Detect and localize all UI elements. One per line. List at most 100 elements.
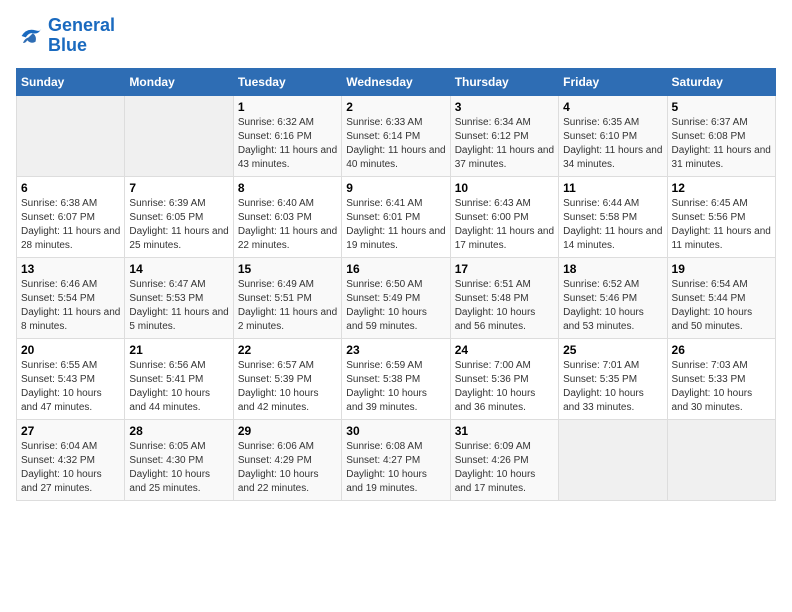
calendar-cell: 8 Sunrise: 6:40 AMSunset: 6:03 PMDaylight… [233, 176, 341, 257]
calendar-cell [559, 419, 667, 500]
calendar-cell: 26 Sunrise: 7:03 AMSunset: 5:33 PMDayligh… [667, 338, 775, 419]
day-info: Sunrise: 6:46 AMSunset: 5:54 PMDaylight:… [21, 278, 120, 334]
day-info: Sunrise: 6:40 AMSunset: 6:03 PMDaylight:… [238, 197, 337, 253]
day-info: Sunrise: 6:09 AMSunset: 4:26 PMDaylight:… [455, 440, 554, 496]
calendar-cell: 4 Sunrise: 6:35 AMSunset: 6:10 PMDaylight… [559, 95, 667, 176]
calendar-week-row: 27 Sunrise: 6:04 AMSunset: 4:32 PMDayligh… [17, 419, 776, 500]
calendar-cell [17, 95, 125, 176]
day-number: 22 [238, 343, 337, 357]
day-info: Sunrise: 6:32 AMSunset: 6:16 PMDaylight:… [238, 116, 337, 172]
day-info: Sunrise: 6:33 AMSunset: 6:14 PMDaylight:… [346, 116, 445, 172]
day-info: Sunrise: 6:47 AMSunset: 5:53 PMDaylight:… [129, 278, 228, 334]
day-number: 1 [238, 100, 337, 114]
day-number: 20 [21, 343, 120, 357]
calendar-cell: 18 Sunrise: 6:52 AMSunset: 5:46 PMDayligh… [559, 257, 667, 338]
day-number: 8 [238, 181, 337, 195]
calendar-table: SundayMondayTuesdayWednesdayThursdayFrid… [16, 68, 776, 501]
column-header-tuesday: Tuesday [233, 68, 341, 95]
day-info: Sunrise: 6:43 AMSunset: 6:00 PMDaylight:… [455, 197, 554, 253]
day-number: 23 [346, 343, 445, 357]
day-info: Sunrise: 6:45 AMSunset: 5:56 PMDaylight:… [672, 197, 771, 253]
calendar-cell: 17 Sunrise: 6:51 AMSunset: 5:48 PMDayligh… [450, 257, 558, 338]
day-number: 16 [346, 262, 445, 276]
calendar-cell: 20 Sunrise: 6:55 AMSunset: 5:43 PMDayligh… [17, 338, 125, 419]
calendar-cell: 19 Sunrise: 6:54 AMSunset: 5:44 PMDayligh… [667, 257, 775, 338]
calendar-cell: 23Sunrise: 6:59 AMSunset: 5:38 PMDayligh… [342, 338, 450, 419]
logo-icon [16, 22, 44, 50]
column-header-saturday: Saturday [667, 68, 775, 95]
day-number: 3 [455, 100, 554, 114]
day-number: 9 [346, 181, 445, 195]
day-info: Sunrise: 6:51 AMSunset: 5:48 PMDaylight:… [455, 278, 554, 334]
day-number: 21 [129, 343, 228, 357]
day-info: Sunrise: 6:37 AMSunset: 6:08 PMDaylight:… [672, 116, 771, 172]
day-number: 7 [129, 181, 228, 195]
day-info: Sunrise: 6:55 AMSunset: 5:43 PMDaylight:… [21, 359, 120, 415]
day-number: 31 [455, 424, 554, 438]
calendar-cell: 10Sunrise: 6:43 AMSunset: 6:00 PMDayligh… [450, 176, 558, 257]
day-number: 24 [455, 343, 554, 357]
calendar-cell: 6 Sunrise: 6:38 AMSunset: 6:07 PMDaylight… [17, 176, 125, 257]
column-header-wednesday: Wednesday [342, 68, 450, 95]
day-info: Sunrise: 6:08 AMSunset: 4:27 PMDaylight:… [346, 440, 445, 496]
day-number: 25 [563, 343, 662, 357]
calendar-cell: 13 Sunrise: 6:46 AMSunset: 5:54 PMDayligh… [17, 257, 125, 338]
day-info: Sunrise: 6:35 AMSunset: 6:10 PMDaylight:… [563, 116, 662, 172]
day-info: Sunrise: 6:41 AMSunset: 6:01 PMDaylight:… [346, 197, 445, 253]
day-number: 26 [672, 343, 771, 357]
calendar-week-row: 6 Sunrise: 6:38 AMSunset: 6:07 PMDaylight… [17, 176, 776, 257]
logo-text: General Blue [48, 16, 115, 56]
day-number: 4 [563, 100, 662, 114]
day-number: 17 [455, 262, 554, 276]
day-info: Sunrise: 6:39 AMSunset: 6:05 PMDaylight:… [129, 197, 228, 253]
day-number: 29 [238, 424, 337, 438]
calendar-cell: 11Sunrise: 6:44 AMSunset: 5:58 PMDayligh… [559, 176, 667, 257]
day-number: 30 [346, 424, 445, 438]
day-number: 14 [129, 262, 228, 276]
day-number: 6 [21, 181, 120, 195]
calendar-cell: 24 Sunrise: 7:00 AMSunset: 5:36 PMDayligh… [450, 338, 558, 419]
column-header-thursday: Thursday [450, 68, 558, 95]
day-info: Sunrise: 6:50 AMSunset: 5:49 PMDaylight:… [346, 278, 445, 334]
day-info: Sunrise: 6:56 AMSunset: 5:41 PMDaylight:… [129, 359, 228, 415]
day-info: Sunrise: 6:38 AMSunset: 6:07 PMDaylight:… [21, 197, 120, 253]
day-info: Sunrise: 6:34 AMSunset: 6:12 PMDaylight:… [455, 116, 554, 172]
calendar-cell: 7 Sunrise: 6:39 AMSunset: 6:05 PMDaylight… [125, 176, 233, 257]
calendar-week-row: 13 Sunrise: 6:46 AMSunset: 5:54 PMDayligh… [17, 257, 776, 338]
calendar-week-row: 20 Sunrise: 6:55 AMSunset: 5:43 PMDayligh… [17, 338, 776, 419]
calendar-cell: 5Sunrise: 6:37 AMSunset: 6:08 PMDaylight… [667, 95, 775, 176]
day-number: 15 [238, 262, 337, 276]
calendar-header-row: SundayMondayTuesdayWednesdayThursdayFrid… [17, 68, 776, 95]
day-info: Sunrise: 6:06 AMSunset: 4:29 PMDaylight:… [238, 440, 337, 496]
day-info: Sunrise: 7:00 AMSunset: 5:36 PMDaylight:… [455, 359, 554, 415]
day-info: Sunrise: 6:52 AMSunset: 5:46 PMDaylight:… [563, 278, 662, 334]
calendar-cell: 9 Sunrise: 6:41 AMSunset: 6:01 PMDaylight… [342, 176, 450, 257]
calendar-week-row: 1 Sunrise: 6:32 AMSunset: 6:16 PMDaylight… [17, 95, 776, 176]
calendar-cell: 14 Sunrise: 6:47 AMSunset: 5:53 PMDayligh… [125, 257, 233, 338]
calendar-cell: 30 Sunrise: 6:08 AMSunset: 4:27 PMDayligh… [342, 419, 450, 500]
day-info: Sunrise: 6:05 AMSunset: 4:30 PMDaylight:… [129, 440, 228, 496]
calendar-cell [667, 419, 775, 500]
day-number: 28 [129, 424, 228, 438]
day-info: Sunrise: 7:03 AMSunset: 5:33 PMDaylight:… [672, 359, 771, 415]
calendar-cell: 1 Sunrise: 6:32 AMSunset: 6:16 PMDaylight… [233, 95, 341, 176]
calendar-cell: 16 Sunrise: 6:50 AMSunset: 5:49 PMDayligh… [342, 257, 450, 338]
day-number: 27 [21, 424, 120, 438]
column-header-sunday: Sunday [17, 68, 125, 95]
day-info: Sunrise: 7:01 AMSunset: 5:35 PMDaylight:… [563, 359, 662, 415]
calendar-cell: 3 Sunrise: 6:34 AMSunset: 6:12 PMDaylight… [450, 95, 558, 176]
day-number: 13 [21, 262, 120, 276]
day-number: 12 [672, 181, 771, 195]
day-number: 19 [672, 262, 771, 276]
calendar-cell: 28 Sunrise: 6:05 AMSunset: 4:30 PMDayligh… [125, 419, 233, 500]
calendar-cell: 21 Sunrise: 6:56 AMSunset: 5:41 PMDayligh… [125, 338, 233, 419]
calendar-cell: 31 Sunrise: 6:09 AMSunset: 4:26 PMDayligh… [450, 419, 558, 500]
page-header: General Blue [16, 16, 776, 56]
day-info: Sunrise: 6:04 AMSunset: 4:32 PMDaylight:… [21, 440, 120, 496]
column-header-friday: Friday [559, 68, 667, 95]
day-info: Sunrise: 6:54 AMSunset: 5:44 PMDaylight:… [672, 278, 771, 334]
column-header-monday: Monday [125, 68, 233, 95]
day-info: Sunrise: 6:49 AMSunset: 5:51 PMDaylight:… [238, 278, 337, 334]
day-number: 18 [563, 262, 662, 276]
calendar-cell: 2Sunrise: 6:33 AMSunset: 6:14 PMDaylight… [342, 95, 450, 176]
